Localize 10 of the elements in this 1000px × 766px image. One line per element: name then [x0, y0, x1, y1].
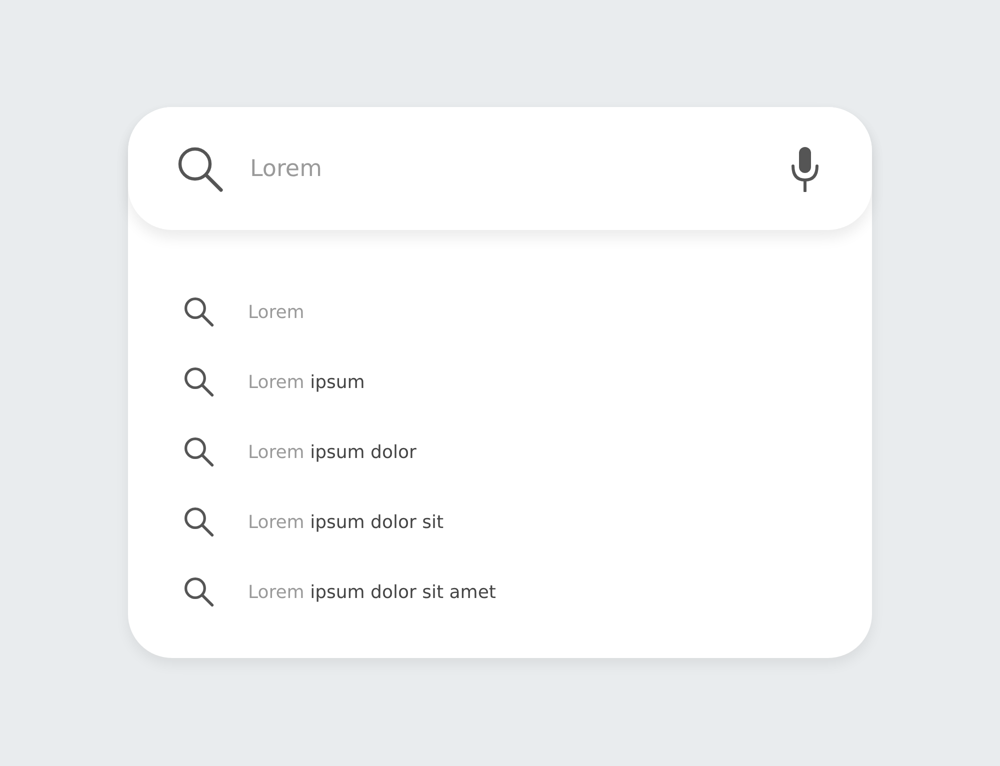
search-icon	[183, 296, 215, 328]
suggestion-item[interactable]: Lorem ipsum dolor sit amet	[183, 576, 496, 608]
suggestion-item[interactable]: Lorem ipsum dolor	[183, 436, 416, 468]
search-icon	[183, 436, 215, 468]
search-icon	[183, 366, 215, 398]
suggestion-item[interactable]: Lorem ipsum	[183, 366, 365, 398]
search-icon	[183, 576, 215, 608]
suggestion-item[interactable]: Lorem ipsum dolor sit	[183, 506, 444, 538]
search-icon	[183, 506, 215, 538]
search-field[interactable]: Lorem	[248, 154, 788, 182]
